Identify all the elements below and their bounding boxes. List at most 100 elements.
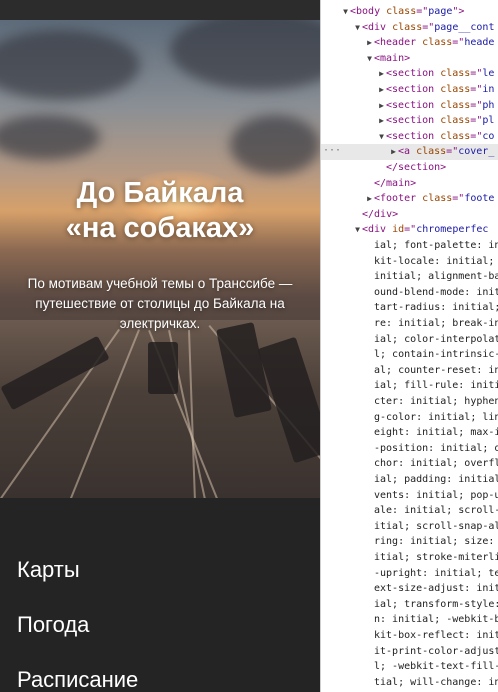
dom-token: l; contain-intrinsic- <box>374 349 498 361</box>
dom-tree-node[interactable]: tart-radius: initial; <box>321 300 498 316</box>
dom-tree-node[interactable]: ▶ <section class="ph <box>321 98 498 114</box>
cover-title-line2: «на собаках» <box>65 212 255 244</box>
dom-tree-node[interactable]: ▼ <body class="page"> <box>321 4 498 20</box>
dom-tree-node[interactable]: </div> <box>321 207 498 223</box>
cover-cloud <box>0 30 140 100</box>
dom-tree-node[interactable]: tial; will-change: in <box>321 675 498 691</box>
collapse-arrow-icon[interactable]: ▶ <box>377 66 386 82</box>
dom-token: ring: initial; size: <box>374 536 498 548</box>
dom-tree-node[interactable]: ext-size-adjust: init <box>321 581 498 597</box>
dom-token: </div> <box>362 208 399 220</box>
dom-tree-node[interactable]: ial; transform-style: <box>321 597 498 613</box>
dom-token: =" <box>452 193 465 205</box>
dom-tree-node[interactable]: ▶ <header class="heade <box>321 35 498 51</box>
dom-token: eight: initial; max-i <box>374 427 498 439</box>
nav-link-weather[interactable]: Погода <box>17 611 138 639</box>
dom-tree-node[interactable]: itial; stroke-miterli <box>321 550 498 566</box>
dom-tree-node[interactable]: g-color: initial; lin <box>321 410 498 426</box>
dom-tree-node[interactable]: ▼ <section class="co <box>321 129 498 145</box>
dom-token: <a <box>398 146 417 158</box>
selection-ellipsis-icon[interactable]: ··· <box>323 145 341 156</box>
dom-tree-node[interactable]: ▼ <div id="chromeperfec <box>321 222 498 238</box>
dom-tree-node[interactable]: </main> <box>321 176 498 192</box>
dom-token: <section <box>386 115 441 127</box>
dom-tree-node[interactable]: ▶ <section class="in <box>321 82 498 98</box>
dom-tree-node[interactable]: </section> <box>321 160 498 176</box>
dom-tree-node[interactable]: ▶ <section class="pl <box>321 113 498 129</box>
page-viewport: До Байкала «на собаках» По мотивам учебн… <box>0 0 320 692</box>
dom-token: it-print-color-adjust <box>374 645 498 657</box>
dom-token: <footer <box>374 193 423 205</box>
dom-tree-node[interactable]: al; counter-reset: in <box>321 363 498 379</box>
dom-tree-node[interactable]: ▼ <div class="page__cont <box>321 20 498 36</box>
dom-tree-node[interactable]: ial; fill-rule: initi <box>321 378 498 394</box>
dom-tree-node[interactable]: ial; padding: initial <box>321 472 498 488</box>
dom-tree-node[interactable]: vents: initial; pop-u <box>321 488 498 504</box>
dom-tree-node[interactable]: l; -webkit-text-fill- <box>321 659 498 675</box>
dom-token: =" <box>470 115 483 127</box>
dom-tree-node[interactable]: it-print-color-adjust <box>321 644 498 660</box>
dom-token: id <box>392 224 405 236</box>
dom-token: ial; transform-style: <box>374 598 498 610</box>
dom-token: kit-box-reflect: init <box>374 630 498 641</box>
expand-arrow-icon[interactable]: ▼ <box>377 129 386 145</box>
dom-tree-node[interactable]: ▶ <section class="le <box>321 66 498 82</box>
dom-token: ial; color-interpolat <box>374 333 498 345</box>
train-wagons <box>148 342 178 394</box>
dom-token: class <box>422 37 453 49</box>
dom-token: class <box>440 130 471 142</box>
dom-token: ound-blend-mode: init <box>374 286 498 298</box>
dom-tree-node[interactable]: kit-locale: initial; <box>321 254 498 270</box>
dom-token: pl <box>482 115 495 127</box>
collapse-arrow-icon[interactable]: ▶ <box>377 98 386 114</box>
dom-tree-node[interactable]: chor: initial; overfl <box>321 456 498 472</box>
dom-token: vents: initial; pop-u <box>374 489 498 501</box>
dom-tree-node[interactable]: eight: initial; max-i <box>321 425 498 441</box>
dom-tree-node[interactable]: ial; color-interpolat <box>321 332 498 348</box>
dom-tree-node[interactable]: ale: initial; scroll- <box>321 503 498 519</box>
dom-token: heade <box>464 37 495 49</box>
collapse-arrow-icon[interactable]: ▶ <box>365 191 374 207</box>
cover-link[interactable]: До Байкала «на собаках» По мотивам учебн… <box>0 20 320 498</box>
collapse-arrow-icon[interactable]: ▶ <box>377 113 386 129</box>
dom-token: <div <box>362 224 393 236</box>
nav-link-maps[interactable]: Карты <box>17 556 138 584</box>
dom-tree-node[interactable]: -position: initial; o <box>321 441 498 457</box>
dom-tree-node[interactable]: ring: initial; size: <box>321 534 498 550</box>
collapse-arrow-icon[interactable]: ▶ <box>377 82 386 98</box>
dom-token: chromeperfec <box>416 224 489 236</box>
dom-token: ext-size-adjust: init <box>374 583 498 595</box>
devtools-elements-panel[interactable]: ▼ <body class="page"> ▼ <div class="page__c… <box>320 0 498 692</box>
expand-arrow-icon[interactable]: ▼ <box>341 4 350 20</box>
dom-tree-node[interactable]: itial; scroll-snap-al <box>321 519 498 535</box>
dom-token: <section <box>386 130 441 142</box>
dom-tree-node[interactable]: ound-blend-mode: init <box>321 285 498 301</box>
dom-token: cter: initial; hyphen <box>374 396 498 407</box>
dom-tree-node[interactable]: ▶ <footer class="foote <box>321 191 498 207</box>
cover-cloud <box>230 115 320 175</box>
expand-arrow-icon[interactable]: ▼ <box>365 51 374 67</box>
expand-arrow-icon[interactable]: ▼ <box>353 222 362 238</box>
dom-token: itial; stroke-miterli <box>374 552 498 563</box>
dom-tree-node[interactable]: n: initial; -webkit-b <box>321 612 498 628</box>
dom-token: al; counter-reset: in <box>374 364 498 376</box>
dom-tree-node[interactable]: ▼ <main> <box>321 51 498 67</box>
dom-tree-node[interactable]: cter: initial; hyphen <box>321 394 498 410</box>
dom-token: kit-locale: initial; <box>374 255 498 267</box>
dom-tree-node[interactable]: kit-box-reflect: init <box>321 628 498 644</box>
dom-token: l; -webkit-text-fill- <box>374 661 498 673</box>
dom-token: <section <box>386 68 441 80</box>
dom-token: initial; alignment-ba <box>374 271 498 283</box>
dom-tree-node[interactable]: l; contain-intrinsic- <box>321 347 498 363</box>
dom-tree-node[interactable]: -upright: initial; te <box>321 566 498 582</box>
dom-token: <main> <box>374 52 411 64</box>
expand-arrow-icon[interactable]: ▼ <box>353 20 362 36</box>
nav-link-schedule[interactable]: Расписание <box>17 666 138 692</box>
dom-tree-node[interactable]: ial; font-palette: in <box>321 238 498 254</box>
dom-tree-node[interactable]: ▶ <a class="cover_ <box>321 144 498 160</box>
collapse-arrow-icon[interactable]: ▶ <box>365 35 374 51</box>
dom-tree-node[interactable]: initial; alignment-ba <box>321 269 498 285</box>
collapse-arrow-icon[interactable]: ▶ <box>389 144 398 160</box>
cover-cloud <box>170 20 320 90</box>
dom-tree-node[interactable]: re: initial; break-in <box>321 316 498 332</box>
